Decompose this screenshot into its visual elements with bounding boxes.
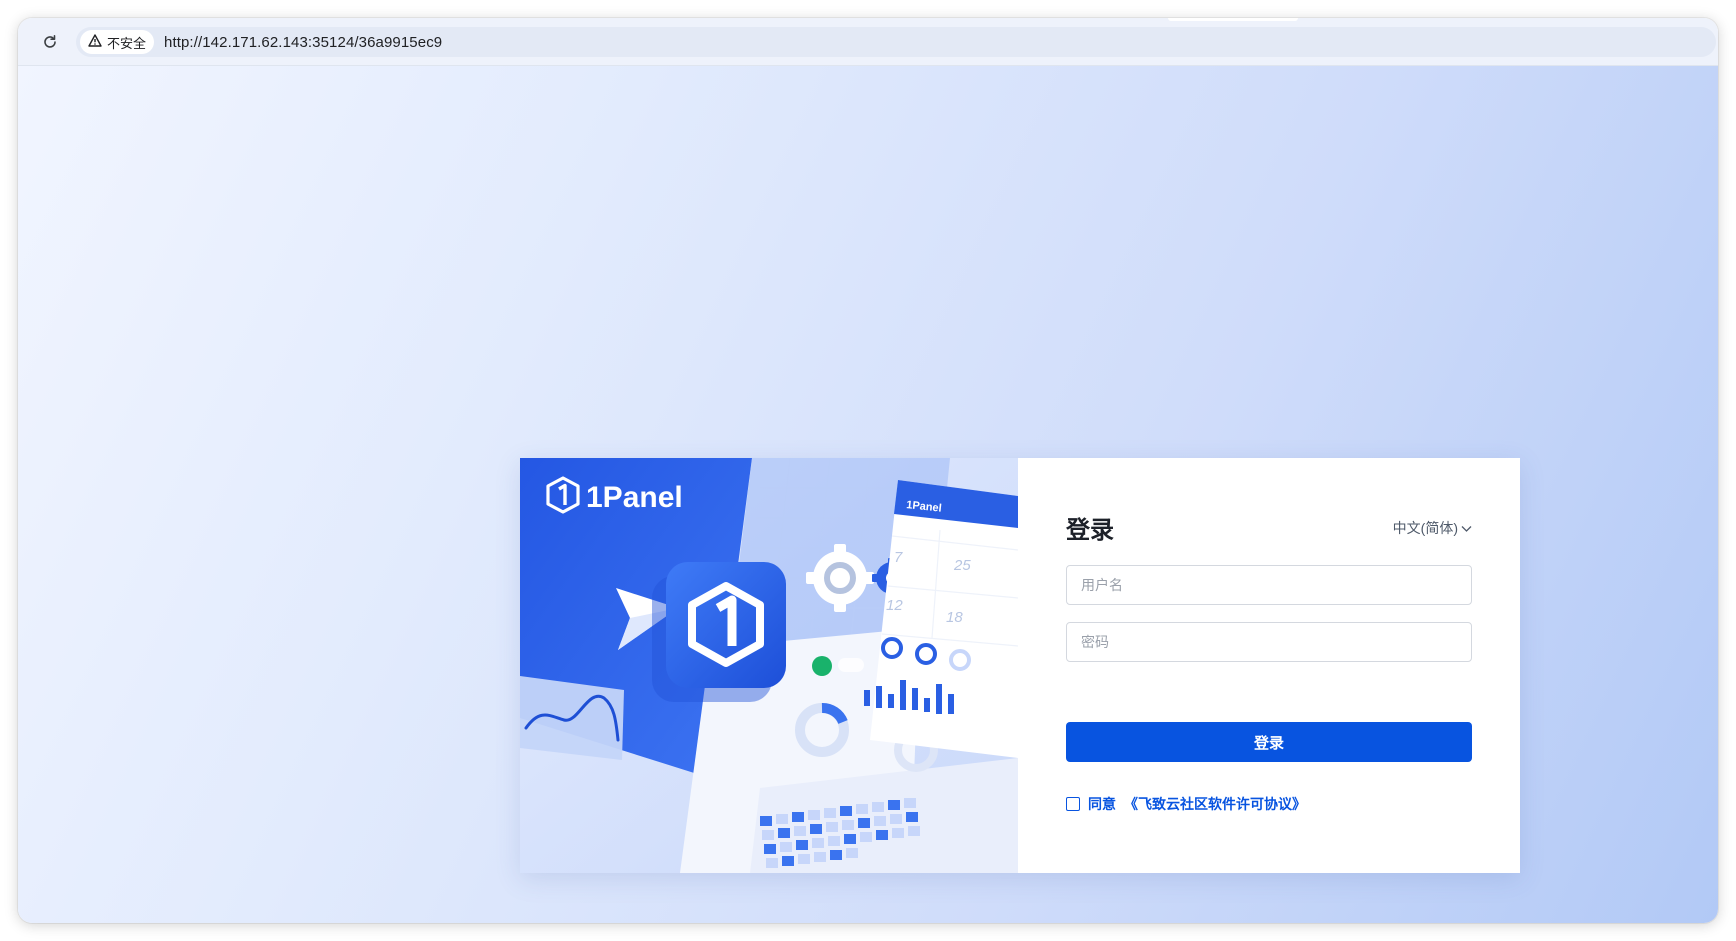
username-input[interactable] xyxy=(1066,565,1472,605)
login-form: 登录 中文(简体) 登录 同意 《飞致云社区软件许可协议》 xyxy=(1018,458,1520,873)
svg-text:25: 25 xyxy=(953,557,971,574)
security-label: 不安全 xyxy=(107,35,147,51)
reload-icon[interactable] xyxy=(40,32,60,52)
banner-art: 1Panel 7 25 12 18 1Panel xyxy=(520,458,1018,873)
brand-name: 1Panel xyxy=(586,481,683,514)
svg-text:18: 18 xyxy=(946,609,963,626)
language-label: 中文(简体) xyxy=(1392,520,1458,536)
svg-text:12: 12 xyxy=(886,597,903,614)
license-agreement: 同意 《飞致云社区软件许可协议》 xyxy=(1066,794,1306,814)
warning-icon xyxy=(88,34,102,50)
browser-toolbar: 不安全 http://142.171.62.143:35124/36a9915e… xyxy=(18,18,1718,66)
page-background: 1Panel 7 25 12 18 1Panel 登录 中文(简体) 用户名 登… xyxy=(18,66,1718,923)
agree-prefix: 同意 xyxy=(1088,796,1116,812)
login-button[interactable]: 登录 xyxy=(1066,722,1472,762)
login-card: 1Panel 7 25 12 18 1Panel 登录 中文(简体) 用户名 登… xyxy=(520,458,1520,873)
license-link[interactable]: 《飞致云社区软件许可协议》 xyxy=(1124,794,1306,814)
address-bar[interactable]: 不安全 http://142.171.62.143:35124/36a9915e… xyxy=(76,27,1716,57)
tab-strip-peek xyxy=(1168,18,1298,21)
url-text[interactable]: http://142.171.62.143:35124/36a9915ec9 xyxy=(164,34,442,51)
chevron-down-icon xyxy=(1461,520,1472,536)
login-banner-illustration: 1Panel 7 25 12 18 1Panel xyxy=(520,458,1018,873)
security-chip[interactable]: 不安全 xyxy=(80,30,155,54)
login-title: 登录 xyxy=(1066,517,1114,544)
svg-text:7: 7 xyxy=(894,549,903,566)
password-input[interactable] xyxy=(1066,622,1472,662)
language-select[interactable]: 中文(简体) xyxy=(1393,518,1472,538)
browser-window: 不安全 http://142.171.62.143:35124/36a9915e… xyxy=(18,18,1718,923)
agree-checkbox[interactable] xyxy=(1066,797,1080,811)
